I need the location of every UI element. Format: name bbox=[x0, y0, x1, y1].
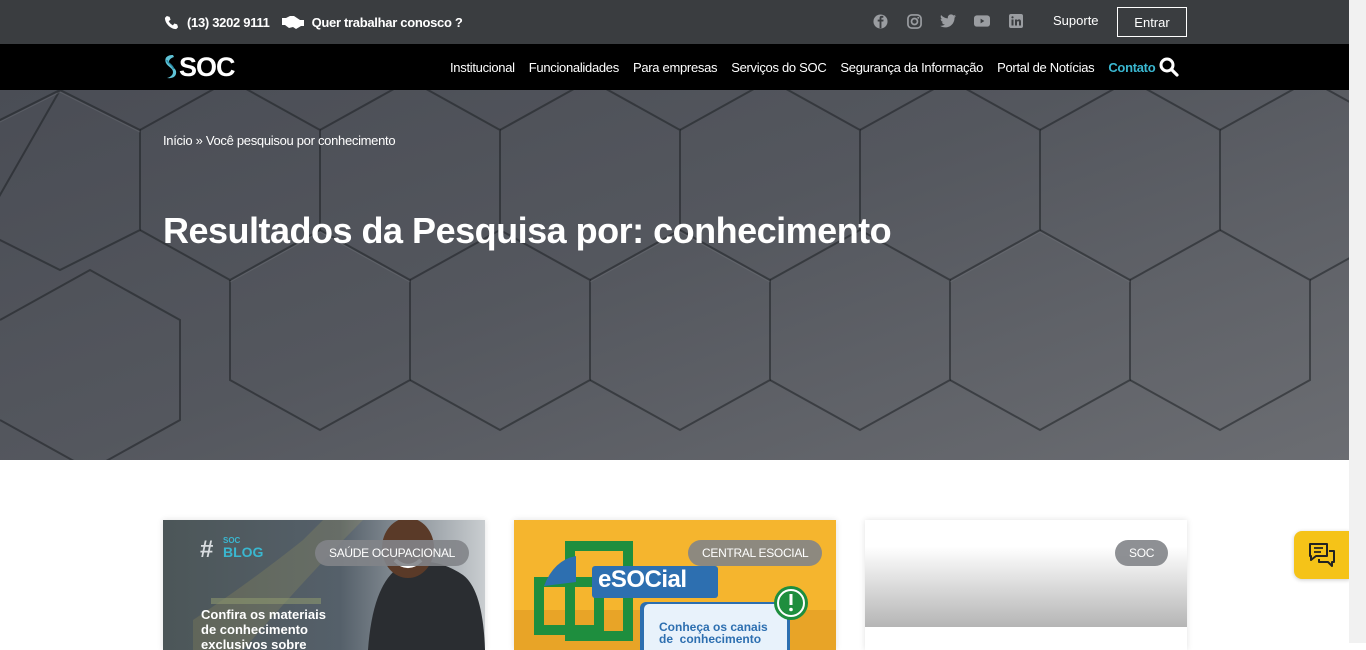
card-1-image-text-3: exclusivos sobre bbox=[201, 637, 307, 650]
card-2-category-badge[interactable]: CENTRAL ESOCIAL bbox=[688, 540, 823, 566]
card-1-category-badge[interactable]: SAÚDE OCUPACIONAL bbox=[315, 540, 470, 566]
handshake-icon bbox=[281, 14, 304, 30]
card-3-category-badge[interactable]: SOC bbox=[1115, 540, 1169, 566]
main-navbar: SOC Institucional Funcionalidades Para e… bbox=[0, 44, 1349, 90]
top-bar-contacts: (13) 3202 9111 Quer trabalhar conosco ? bbox=[163, 0, 475, 44]
youtube-icon[interactable] bbox=[974, 12, 990, 30]
nav-item-seguranca-da-informacao[interactable]: Segurança da Informação bbox=[840, 60, 983, 75]
result-card-1[interactable]: # SOC BLOG Confira os materiais de conhe… bbox=[163, 520, 485, 650]
nav-item-contato[interactable]: Contato bbox=[1108, 60, 1155, 75]
logo-text: SOC bbox=[179, 51, 236, 82]
breadcrumb-separator: » bbox=[195, 133, 203, 148]
work-with-us-link[interactable]: Quer trabalhar conosco ? bbox=[281, 14, 463, 30]
linkedin-icon[interactable] bbox=[1008, 12, 1024, 30]
login-button[interactable]: Entrar bbox=[1117, 7, 1187, 37]
result-card-2[interactable]: eSOCial Conheça os canais de conheciment… bbox=[514, 520, 836, 650]
blog-hash-mark: # bbox=[200, 536, 214, 563]
phone-icon bbox=[163, 14, 179, 30]
work-with-us-label: Quer trabalhar conosco ? bbox=[311, 14, 463, 30]
page-title: Resultados da Pesquisa por: conhecimento bbox=[163, 210, 892, 251]
chat-button[interactable] bbox=[1294, 531, 1350, 579]
phone-number: (13) 3202 9111 bbox=[187, 14, 270, 30]
nav-item-servicos-do-soc[interactable]: Serviços do SOC bbox=[731, 60, 827, 75]
soc-logo-mark bbox=[165, 55, 177, 79]
nav-menu: Institucional Funcionalidades Para empre… bbox=[450, 44, 1169, 90]
card-3-image bbox=[865, 520, 1187, 627]
breadcrumb-home-link[interactable]: Início bbox=[163, 133, 193, 148]
result-card-3[interactable]: SOC bbox=[865, 520, 1187, 650]
page-scrollbar[interactable] bbox=[1349, 0, 1366, 643]
card-2-image-text-2: de conhecimento bbox=[659, 632, 762, 646]
nav-item-institucional[interactable]: Institucional bbox=[450, 60, 515, 75]
phone-link[interactable]: (13) 3202 9111 bbox=[163, 14, 270, 30]
blog-brand: BLOG bbox=[223, 544, 264, 560]
card-1-image-text-2: de conhecimento bbox=[201, 622, 308, 637]
search-icon[interactable] bbox=[1159, 57, 1179, 77]
chat-icon bbox=[1309, 543, 1335, 567]
card-1-image-text-1: Confira os materiais bbox=[201, 607, 326, 622]
twitter-icon[interactable] bbox=[940, 12, 956, 30]
nav-item-funcionalidades[interactable]: Funcionalidades bbox=[529, 60, 619, 75]
soc-logo[interactable]: SOC bbox=[163, 51, 236, 82]
top-bar: (13) 3202 9111 Quer trabalhar conosco ? … bbox=[0, 0, 1349, 44]
facebook-icon[interactable] bbox=[872, 12, 888, 30]
nav-item-para-empresas[interactable]: Para empresas bbox=[633, 60, 718, 75]
search-hero-banner: Início » Você pesquisou por conhecimento… bbox=[0, 90, 1349, 460]
esocial-logo-text: eSOCial bbox=[598, 566, 687, 593]
breadcrumb-current: Você pesquisou por conhecimento bbox=[205, 133, 396, 148]
breadcrumb: Início » Você pesquisou por conhecimento bbox=[163, 133, 396, 148]
nav-item-portal-de-noticias[interactable]: Portal de Notícias bbox=[997, 60, 1095, 75]
support-link[interactable]: Suporte bbox=[1053, 13, 1099, 28]
instagram-icon[interactable] bbox=[906, 12, 922, 30]
social-links bbox=[872, 12, 1030, 30]
